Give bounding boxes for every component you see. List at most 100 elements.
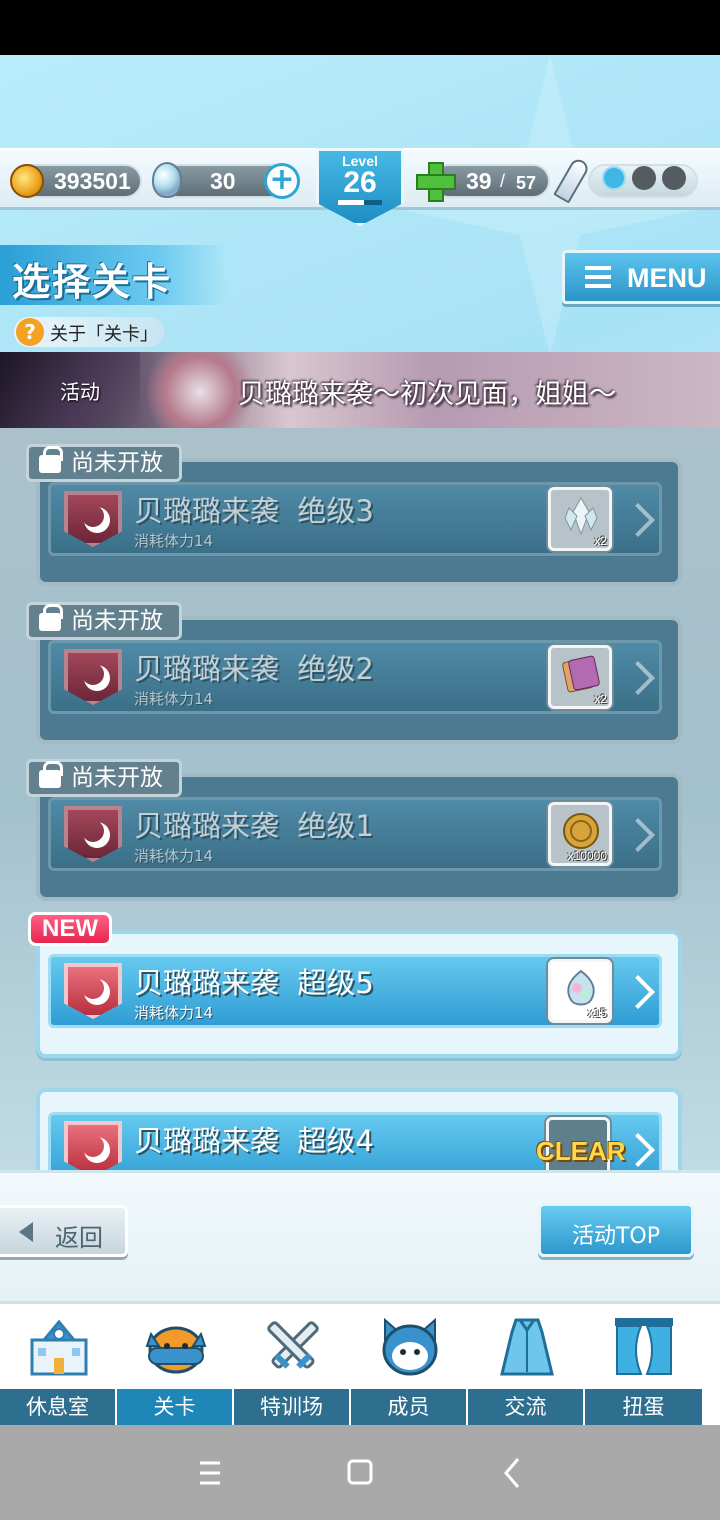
recent-apps-icon[interactable] [190, 1455, 230, 1491]
exp-bar [338, 200, 382, 205]
locked-label: 尚未开放 [71, 450, 163, 476]
game-screen: 393501 30 + 39 / 57 Level 26 选择关卡 ? 关于「关… [0, 55, 720, 1425]
home-icon[interactable] [340, 1455, 380, 1491]
footer-area: 返回 活动TOP [0, 1170, 720, 1301]
system-nav-bar [0, 1425, 720, 1520]
stamina-max: 57 [516, 173, 537, 193]
about-stages-label: 关于「关卡」 [50, 324, 158, 345]
reward-slot: x2 [548, 487, 612, 551]
page-title: 选择关卡 [12, 260, 173, 304]
crossed-swords-icon [267, 1321, 319, 1369]
nav-item-social[interactable]: 交流 [468, 1304, 585, 1425]
stage-card[interactable]: 贝璐璐来袭 绝级1 消耗体力14 x10000 尚未开放 [26, 759, 682, 901]
nav-label: 休息室 [0, 1389, 117, 1425]
reward-quantity: x15 [587, 1006, 607, 1020]
chevron-right-icon [626, 502, 646, 538]
chevron-right-icon [626, 1132, 646, 1168]
stage-name: 贝璐璐来袭 绝级3 [134, 494, 374, 528]
curtain-icon [615, 1318, 673, 1375]
nav-label: 成员 [351, 1389, 468, 1425]
event-title: 贝璐璐来袭～初次见面，姐姐～ [238, 379, 616, 410]
ticket-icon [562, 655, 600, 693]
locked-tab: 尚未开放 [26, 444, 182, 482]
lock-icon [39, 604, 63, 631]
battle-point-empty [632, 166, 656, 190]
nav-item-stages[interactable]: 关卡 [117, 1304, 234, 1425]
coin-amount: 393501 [54, 168, 131, 194]
cat-mascot-icon [382, 1317, 438, 1376]
bottom-nav: 休息室 关卡 特训场 成员 交流 扭蛋 [0, 1301, 720, 1425]
back-arrow-icon [19, 1222, 33, 1242]
menu-label: MENU [627, 263, 707, 293]
stage-name: 贝璐璐来袭 超级4 [134, 1124, 374, 1158]
reward-quantity: x2 [594, 534, 607, 548]
nav-item-lounge[interactable]: 休息室 [0, 1304, 117, 1425]
status-bar [0, 0, 720, 55]
back-label: 返回 [55, 1224, 103, 1252]
nav-item-members[interactable]: 成员 [351, 1304, 468, 1425]
lock-icon [39, 761, 63, 788]
reward-slot: x15 [548, 959, 612, 1023]
event-banner: 活动 贝璐璐来袭～初次见面，姐姐～ [0, 352, 720, 428]
event-top-button[interactable]: 活动TOP [538, 1203, 694, 1257]
gem-amount: 30 [210, 168, 236, 194]
chevron-right-icon [626, 974, 646, 1010]
locked-tab: 尚未开放 [26, 602, 182, 640]
stage-name: 贝璐璐来袭 绝级1 [134, 809, 374, 843]
battle-point-empty [662, 166, 686, 190]
level-value: 26 [343, 166, 377, 199]
nav-label: 特训场 [234, 1389, 351, 1425]
reward-quantity: x10000 [567, 849, 607, 863]
stage-card[interactable]: 贝璐璐来袭 超级5 消耗体力14 x15 NEW [28, 912, 682, 1058]
gold-coin-icon [10, 164, 44, 198]
stage-card[interactable]: 贝璐璐来袭 超级4 CLEAR [36, 1088, 682, 1170]
locked-label: 尚未开放 [71, 608, 163, 634]
stage-name: 贝璐璐来袭 超级5 [134, 966, 374, 1000]
crystal-cluster-icon [564, 496, 598, 536]
stamina-plus-icon[interactable] [416, 162, 456, 202]
add-gems-button[interactable]: + [264, 163, 300, 199]
menu-button[interactable]: MENU [562, 250, 720, 304]
battle-point-filled [602, 166, 626, 190]
rainbow-gem-icon [567, 969, 595, 1006]
chevron-right-icon [626, 660, 646, 696]
stage-cost: 消耗体力14 [134, 847, 214, 865]
sword-icon [553, 156, 591, 204]
nav-item-training[interactable]: 特训场 [234, 1304, 351, 1425]
devil-mascot-icon [145, 1326, 207, 1374]
dress-icon [500, 1318, 554, 1376]
new-badge: NEW [28, 912, 112, 946]
stage-cost: 消耗体力14 [134, 1004, 214, 1022]
reward-quantity: x2 [594, 692, 607, 706]
nav-label: 交流 [468, 1389, 585, 1425]
hamburger-icon [585, 266, 611, 288]
clear-status: CLEAR [536, 1136, 626, 1166]
help-icon[interactable]: ? [16, 318, 44, 346]
stage-cost: 消耗体力14 [134, 690, 214, 708]
reward-slot: x10000 [548, 802, 612, 866]
nav-label: 关卡 [117, 1389, 234, 1425]
stage-list[interactable]: 贝璐璐来袭 绝级3 消耗体力14 x2 尚未开放 贝璐璐来袭 绝级2 消耗体力1… [0, 428, 720, 1170]
stamina-current: 39 [466, 168, 492, 194]
reward-slot: x2 [548, 645, 612, 709]
locked-tab: 尚未开放 [26, 759, 182, 797]
chevron-right-icon [626, 817, 646, 853]
stamina-separator: / [500, 171, 506, 191]
stage-card[interactable]: 贝璐璐来袭 绝级2 消耗体力14 x2 尚未开放 [26, 602, 682, 744]
crescent-emblem-icon [64, 1121, 122, 1170]
stage-name: 贝璐璐来袭 绝级2 [134, 652, 374, 686]
back-nav-icon[interactable] [492, 1455, 532, 1491]
gem-icon [152, 162, 182, 198]
back-button[interactable]: 返回 [0, 1205, 128, 1257]
nav-item-gacha[interactable]: 扭蛋 [585, 1304, 702, 1425]
event-top-label: 活动TOP [571, 1224, 661, 1249]
stage-card[interactable]: 贝璐璐来袭 绝级3 消耗体力14 x2 尚未开放 [26, 444, 682, 586]
gold-coin-icon [563, 813, 599, 849]
school-building-icon [30, 1319, 88, 1376]
resource-bar: 393501 30 + 39 / 57 Level 26 [0, 148, 720, 226]
locked-label: 尚未开放 [71, 765, 163, 791]
event-tag: 活动 [60, 380, 100, 404]
nav-label: 扭蛋 [585, 1389, 702, 1425]
lock-icon [39, 446, 63, 473]
stage-cost: 消耗体力14 [134, 532, 214, 550]
